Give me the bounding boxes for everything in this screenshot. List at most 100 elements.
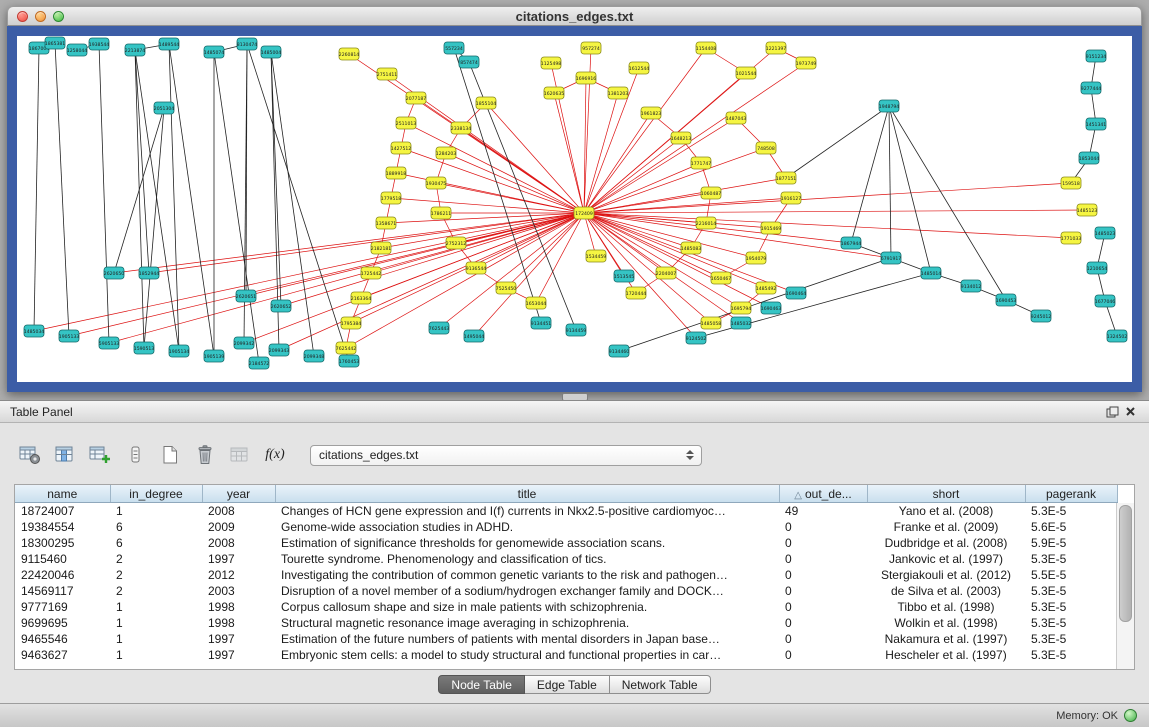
- table-row[interactable]: 946362711997Embryonic stem cells: a mode…: [15, 647, 1117, 663]
- graph-edge[interactable]: [584, 213, 696, 338]
- graph-edge[interactable]: [584, 178, 786, 213]
- graph-edge[interactable]: [851, 106, 889, 243]
- table-row[interactable]: 2242004622012Investigating the contribut…: [15, 567, 1117, 583]
- tab-node-table[interactable]: Node Table: [438, 675, 525, 694]
- column-header-in-degree[interactable]: in_degree: [110, 485, 202, 503]
- graph-edge[interactable]: [135, 50, 149, 273]
- graph-edge[interactable]: [584, 213, 741, 308]
- graph-node-label: 1865381: [45, 41, 66, 47]
- graph-node-label: 7625442: [336, 346, 357, 352]
- table-cell: 6: [110, 535, 202, 551]
- graph-node-label: 1620635: [544, 91, 565, 97]
- graph-node-label: 1485032: [731, 321, 752, 327]
- graph-edge[interactable]: [169, 44, 179, 351]
- select-columns-icon[interactable]: [51, 442, 79, 468]
- close-window-button[interactable]: [17, 11, 28, 22]
- table-row[interactable]: 1872400712008Changes of HCN gene express…: [15, 503, 1117, 520]
- graph-edge[interactable]: [889, 106, 1006, 300]
- graph-node-label: 557234: [445, 46, 463, 52]
- vertical-scrollbar[interactable]: [1116, 503, 1134, 669]
- column-header-label: pagerank: [1046, 487, 1096, 501]
- graph-edge[interactable]: [406, 123, 584, 213]
- table-row[interactable]: 946554611997Estimation of the future num…: [15, 631, 1117, 647]
- table-cell: 18300295: [15, 535, 110, 551]
- table-cell: Yano et al. (2008): [867, 503, 1025, 520]
- graph-edge[interactable]: [99, 44, 109, 343]
- graph-edge[interactable]: [55, 43, 69, 336]
- graph-edge[interactable]: [584, 113, 651, 213]
- graph-edge[interactable]: [214, 52, 259, 363]
- graph-edge[interactable]: [474, 213, 584, 336]
- graph-node-label: 857474: [460, 60, 478, 66]
- graph-node-label: 1786211: [431, 211, 452, 217]
- graph-edge[interactable]: [114, 108, 164, 273]
- graph-node-label: 2620650: [104, 271, 125, 277]
- graph-node-label: 2511013: [396, 121, 417, 127]
- network-canvas[interactable]: 1724091855104233813412842031930475178621…: [17, 36, 1132, 381]
- graph-edge[interactable]: [584, 63, 806, 213]
- graph-edge[interactable]: [246, 213, 584, 296]
- graph-edge[interactable]: [135, 50, 179, 351]
- column-settings-icon[interactable]: [16, 442, 44, 468]
- graph-node-label: 2752312: [446, 241, 467, 247]
- graph-edge[interactable]: [476, 213, 584, 268]
- graph-node-label: 1905133: [59, 334, 80, 340]
- graph-node-label: 1725442: [361, 271, 382, 277]
- graph-node-label: 1961823: [641, 111, 662, 117]
- graph-edge[interactable]: [551, 63, 584, 213]
- column-header-year[interactable]: year: [202, 485, 275, 503]
- tab-network-table[interactable]: Network Table: [610, 675, 711, 694]
- graph-edge[interactable]: [584, 213, 1071, 238]
- graph-node-label: 2216014: [696, 221, 717, 227]
- table-cell: 5.6E-5: [1025, 519, 1117, 535]
- column-header-title[interactable]: title: [275, 485, 779, 503]
- graph-edge[interactable]: [169, 44, 214, 356]
- new-table-icon[interactable]: [156, 442, 184, 468]
- zoom-window-button[interactable]: [53, 11, 64, 22]
- graph-node-label: 2620651: [236, 294, 257, 300]
- graph-edge[interactable]: [889, 106, 931, 273]
- close-panel-icon[interactable]: [1121, 404, 1139, 420]
- graph-edge[interactable]: [584, 210, 1087, 213]
- table-row[interactable]: 911546021997Tourette syndrome. Phenomeno…: [15, 551, 1117, 567]
- graph-edge[interactable]: [246, 44, 247, 296]
- graph-edge[interactable]: [247, 44, 349, 361]
- table-cell: 5.3E-5: [1025, 503, 1117, 520]
- delete-table-icon[interactable]: [191, 442, 219, 468]
- graph-node-label: 9136544: [466, 266, 487, 272]
- rows-icon[interactable]: [121, 442, 149, 468]
- graph-edge[interactable]: [584, 183, 1071, 213]
- graph-node-label: 1210654: [1087, 266, 1108, 272]
- minimize-window-button[interactable]: [35, 11, 46, 22]
- graph-edge[interactable]: [114, 213, 584, 273]
- import-table-icon[interactable]: [226, 442, 254, 468]
- table-row[interactable]: 969969511998Structural magnetic resonanc…: [15, 615, 1117, 631]
- graph-edge[interactable]: [889, 106, 891, 258]
- graph-node-label: 1495044: [464, 334, 485, 340]
- table-cell: Dudbridge et al. (2008): [867, 535, 1025, 551]
- function-builder-icon[interactable]: f(x): [261, 442, 289, 468]
- graph-edge[interactable]: [34, 48, 39, 331]
- network-window-titlebar[interactable]: citations_edges.txt: [7, 6, 1142, 26]
- table-row[interactable]: 1830029562008Estimation of significance …: [15, 535, 1117, 551]
- column-header-name[interactable]: name: [15, 485, 110, 503]
- table-row[interactable]: 1938455462009Genome-wide association stu…: [15, 519, 1117, 535]
- network-table-select[interactable]: citations_edges.txt: [310, 445, 702, 466]
- column-header-short[interactable]: short: [867, 485, 1025, 503]
- scrollbar-thumb[interactable]: [1119, 505, 1132, 622]
- graph-node-label: 1855104: [476, 101, 497, 107]
- graph-node-label: 1795384: [341, 321, 362, 327]
- table-cell: 2012: [202, 567, 275, 583]
- graph-edge[interactable]: [584, 213, 891, 258]
- table-row[interactable]: 1456911722003Disruption of a novel membe…: [15, 583, 1117, 599]
- edit-table-icon[interactable]: [86, 442, 114, 468]
- graph-node-label: 1930475: [426, 181, 447, 187]
- window-title: citations_edges.txt: [8, 9, 1141, 24]
- table-row[interactable]: 977716911998Corpus callosum shape and si…: [15, 599, 1117, 615]
- graph-edge[interactable]: [786, 106, 889, 178]
- column-header-out-de-[interactable]: △out_de...: [779, 485, 867, 503]
- column-header-pagerank[interactable]: pagerank: [1025, 485, 1117, 503]
- float-panel-icon[interactable]: [1103, 404, 1121, 420]
- table-cell: 49: [779, 503, 867, 520]
- tab-edge-table[interactable]: Edge Table: [525, 675, 610, 694]
